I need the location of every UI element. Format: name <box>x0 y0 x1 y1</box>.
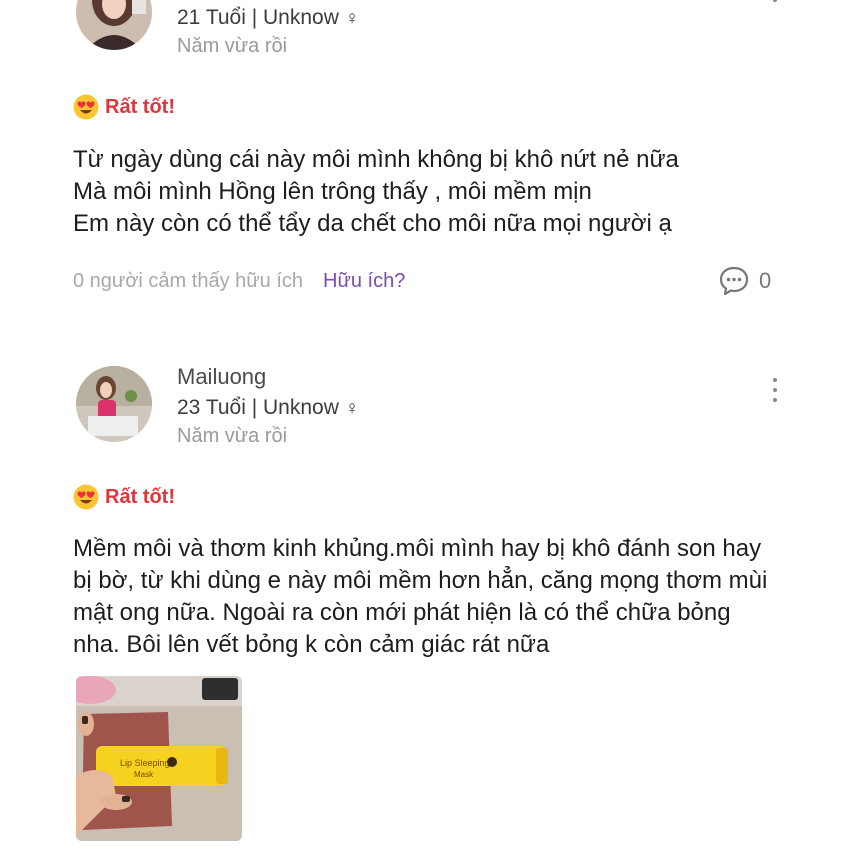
review-photo[interactable]: Lip Sleeping Mask <box>76 676 242 841</box>
comment-button[interactable]: 0 <box>718 265 771 297</box>
avatar[interactable] <box>76 366 152 442</box>
rating: Rất tốt! <box>73 93 175 121</box>
helpful-count: 0 người cảm thấy hữu ích <box>73 270 303 292</box>
review-text: Từ ngày dùng cái này môi mình không bị k… <box>73 146 679 237</box>
comment-count: 0 <box>759 268 772 293</box>
avatar[interactable] <box>76 0 152 50</box>
review-text: Mềm môi và thơm kinh khủng.môi mình hay … <box>73 535 768 658</box>
user-age-info: 23 Tuổi | Unknow ♀ <box>177 396 360 419</box>
review-time: Năm vừa rồi <box>177 425 288 447</box>
helpful-button[interactable]: Hữu ích? <box>323 270 405 293</box>
heart-eyes-emoji-icon <box>73 484 99 510</box>
username[interactable]: Mailuong <box>177 364 266 390</box>
heart-eyes-emoji-icon <box>73 94 99 120</box>
comment-bubble-icon <box>719 266 749 296</box>
female-icon: ♀ <box>344 398 360 419</box>
rating-label: Rất tốt! <box>105 95 175 118</box>
review-time: Năm vừa rồi <box>177 35 288 57</box>
more-options-button[interactable] <box>764 378 786 408</box>
product-label: Lip Sleeping <box>120 758 170 768</box>
more-options-button[interactable] <box>764 0 786 18</box>
user-age-info: 21 Tuổi | Unknow ♀ <box>177 6 360 29</box>
female-icon: ♀ <box>344 8 360 29</box>
rating: Rất tốt! <box>73 483 175 511</box>
rating-label: Rất tốt! <box>105 485 175 508</box>
product-label-sub: Mask <box>134 770 154 779</box>
